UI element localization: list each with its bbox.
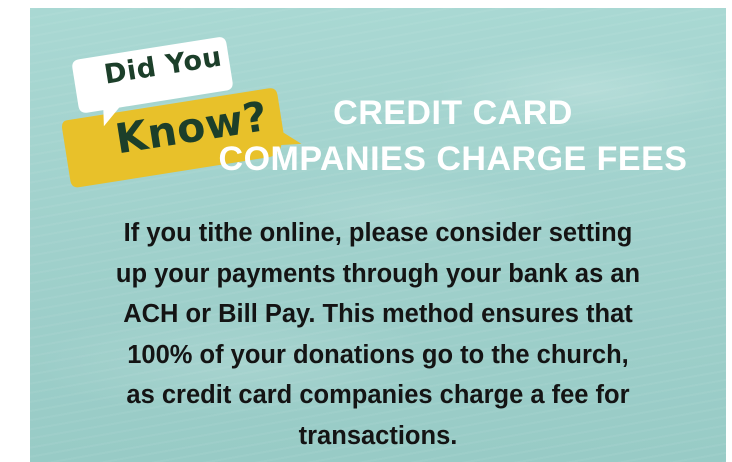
body-line-6: transactions. (298, 421, 458, 450)
info-graphic-panel: Did You Know? CREDIT CARD COMPANIES CHAR… (30, 8, 726, 462)
body-line-5: as credit card companies charge a fee fo… (126, 381, 630, 409)
headline-line-2: COMPANIES CHARGE FEES (218, 140, 688, 178)
body-paragraph: If you tithe online, please consider set… (50, 213, 706, 456)
body-line-3: ACH or Bill Pay. This method ensures tha… (123, 300, 633, 328)
body-line-1: If you tithe online, please consider set… (123, 219, 633, 247)
body-line-2: up your payments through your bank as an (115, 259, 641, 288)
headline-line-1: CREDIT CARD (333, 94, 573, 132)
body-line-4: 100% of your donations go to the church, (127, 340, 629, 369)
headline: CREDIT CARD COMPANIES CHARGE FEES (180, 90, 726, 182)
page-frame: Did You Know? CREDIT CARD COMPANIES CHAR… (0, 0, 732, 462)
